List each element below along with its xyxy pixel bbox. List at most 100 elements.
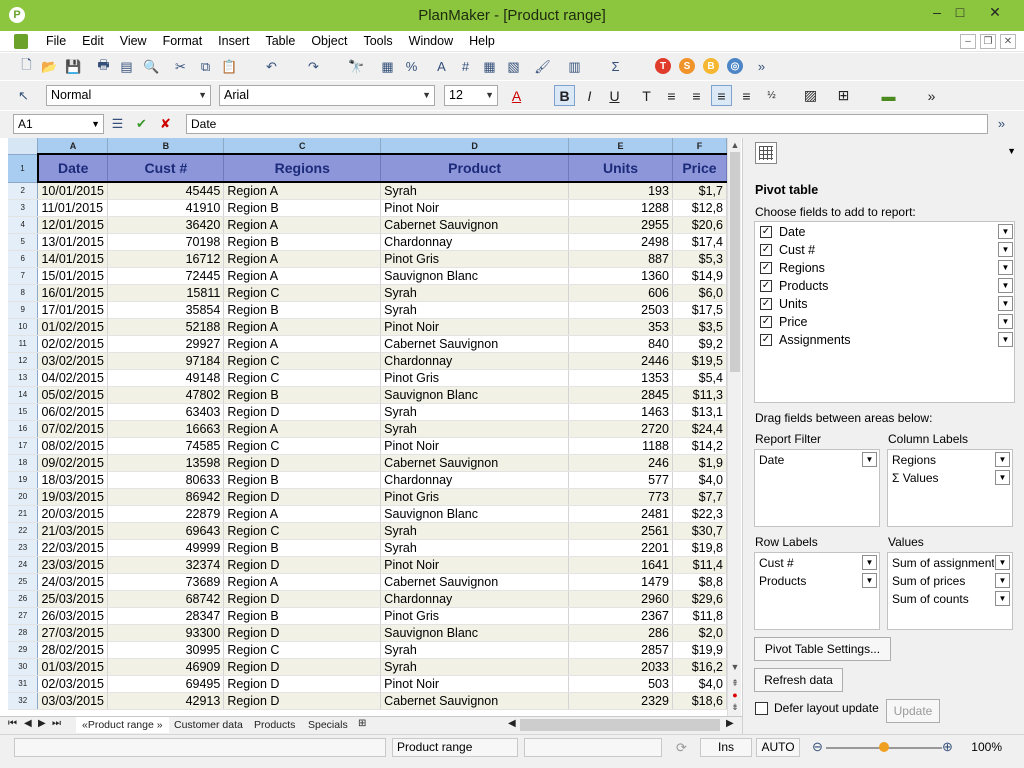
row-number[interactable]: 3 [8, 199, 39, 217]
row-number[interactable]: 20 [8, 488, 39, 506]
table-cell[interactable]: $9,2 [672, 335, 727, 353]
table-cell[interactable]: Region D [223, 624, 382, 642]
table-cell[interactable]: Pinot Gris [380, 607, 570, 625]
table-cell[interactable]: 20/03/2015 [37, 505, 109, 523]
pivot-settings-button[interactable]: Pivot Table Settings... [754, 637, 891, 661]
zoom-slider-knob[interactable] [879, 742, 889, 752]
table-cell[interactable]: Region C [223, 641, 382, 659]
area-item[interactable]: Σ Values ▼ [891, 469, 1010, 487]
table-cell[interactable]: $5,3 [672, 250, 727, 268]
chevron-down-icon[interactable]: ▼ [862, 555, 877, 570]
table-cell[interactable]: 02/03/2015 [37, 675, 109, 693]
table-cell[interactable]: Pinot Noir [380, 318, 570, 336]
table-cell[interactable]: Cabernet Sauvignon [380, 692, 570, 710]
table-cell[interactable]: $18,6 [672, 692, 727, 710]
table-cell[interactable]: 02/02/2015 [37, 335, 109, 353]
table-cell[interactable]: 52188 [107, 318, 225, 336]
table-cell[interactable]: Pinot Noir [380, 675, 570, 693]
table-cell[interactable]: 03/03/2015 [37, 692, 109, 710]
table-cell[interactable]: 2201 [568, 539, 673, 557]
table-cell[interactable]: 13/01/2015 [37, 233, 109, 251]
table-cell[interactable]: 74585 [107, 437, 225, 455]
table-cell[interactable]: $30,7 [672, 522, 727, 540]
menu-window[interactable]: Window [401, 31, 461, 52]
column-header-c[interactable]: C [223, 138, 382, 155]
table-cell[interactable]: $3,5 [672, 318, 727, 336]
table-cell[interactable]: 97184 [107, 352, 225, 370]
table-cell[interactable]: $7,7 [672, 488, 727, 506]
table-cell[interactable]: $1,7 [672, 182, 727, 200]
bold-button[interactable]: B [554, 85, 575, 106]
pivot-table-icon[interactable] [755, 142, 777, 164]
b-circle-icon[interactable]: B [703, 58, 719, 74]
pivot-field-products[interactable]: ✓ Products ▼ [758, 277, 1013, 295]
table-cell[interactable]: 63403 [107, 403, 225, 421]
table-cell[interactable]: 2720 [568, 420, 673, 438]
table-cell[interactable]: 773 [568, 488, 673, 506]
table-cell[interactable]: Pinot Noir [380, 199, 570, 217]
table-cell[interactable]: 840 [568, 335, 673, 353]
table-cell[interactable]: 47802 [107, 386, 225, 404]
open-folder-icon[interactable]: 📂 [40, 57, 59, 76]
cut-icon[interactable]: ✂ [171, 57, 190, 76]
table-cell[interactable]: Region B [223, 539, 382, 557]
table-cell[interactable]: 36420 [107, 216, 225, 234]
table-cell[interactable]: 04/02/2015 [37, 369, 109, 387]
table-cell[interactable]: Chardonnay [380, 471, 570, 489]
table-cell[interactable]: 2503 [568, 301, 673, 319]
table-cell[interactable]: $19,8 [672, 539, 727, 557]
find-icon[interactable]: 🔭 [347, 57, 366, 76]
table-cell[interactable]: 30995 [107, 641, 225, 659]
table-cell[interactable]: Region A [223, 573, 382, 591]
table-cell[interactable]: 2561 [568, 522, 673, 540]
table-cell[interactable]: Sauvignon Blanc [380, 386, 570, 404]
row-number[interactable]: 13 [8, 369, 39, 387]
table-cell[interactable]: Region C [223, 352, 382, 370]
table-cell[interactable]: 2960 [568, 590, 673, 608]
row-number[interactable]: 11 [8, 335, 39, 353]
t-circle-icon[interactable]: T [655, 58, 671, 74]
row-number[interactable]: 29 [8, 641, 39, 659]
report-filter-area[interactable]: Date ▼ [754, 449, 880, 527]
table-header-cell[interactable]: Units [568, 153, 673, 183]
chevron-down-icon[interactable]: ▼ [995, 573, 1010, 588]
table-cell[interactable]: 70198 [107, 233, 225, 251]
row-number[interactable]: 10 [8, 318, 39, 336]
pivot-field-cust[interactable]: ✓ Cust # ▼ [758, 241, 1013, 259]
table-cell[interactable]: 1641 [568, 556, 673, 574]
table-cell[interactable]: 11/01/2015 [37, 199, 109, 217]
table-cell[interactable]: 26/03/2015 [37, 607, 109, 625]
column-header-f[interactable]: F [672, 138, 727, 155]
table-cell[interactable]: Syrah [380, 641, 570, 659]
column-header-e[interactable]: E [568, 138, 673, 155]
table-cell[interactable]: 25/03/2015 [37, 590, 109, 608]
chevron-down-icon[interactable]: ▼ [998, 278, 1013, 293]
frame-icon[interactable]: # [456, 57, 475, 76]
horizontal-scrollbar-thumb[interactable] [520, 719, 720, 731]
doc-minimize-button[interactable]: – [960, 34, 976, 49]
scroll-right-icon[interactable]: ▶ [726, 718, 734, 729]
row-labels-area[interactable]: Cust # ▼ Products ▼ [754, 552, 880, 630]
new-file-icon[interactable]: 🗋 [17, 57, 36, 76]
list-icon[interactable]: ☰ [108, 114, 127, 133]
table-cell[interactable]: $29,6 [672, 590, 727, 608]
browse-object-icon[interactable]: ● [728, 690, 742, 700]
table-cell[interactable]: 2367 [568, 607, 673, 625]
table-cell[interactable]: 2955 [568, 216, 673, 234]
auto-calc-mode[interactable]: AUTO [756, 738, 800, 757]
table-cell[interactable]: 73689 [107, 573, 225, 591]
table-cell[interactable]: Cabernet Sauvignon [380, 454, 570, 472]
table-cell[interactable]: Syrah [380, 403, 570, 421]
table-cell[interactable]: 21/03/2015 [37, 522, 109, 540]
recalc-icon[interactable]: ⟳ [672, 738, 691, 757]
table-cell[interactable]: Region A [223, 505, 382, 523]
chevron-down-icon[interactable]: ▼ [998, 296, 1013, 311]
values-area[interactable]: Sum of assignments ▼ Sum of prices ▼ Sum of … [887, 552, 1013, 630]
table-cell[interactable]: 353 [568, 318, 673, 336]
text-frame-icon[interactable]: A [432, 57, 451, 76]
scroll-left-icon[interactable]: ◀ [508, 718, 516, 729]
table-cell[interactable]: Region D [223, 556, 382, 574]
table-cell[interactable]: Pinot Gris [380, 369, 570, 387]
undo-icon[interactable]: ↶ [262, 57, 281, 76]
row-number[interactable]: 5 [8, 233, 39, 251]
